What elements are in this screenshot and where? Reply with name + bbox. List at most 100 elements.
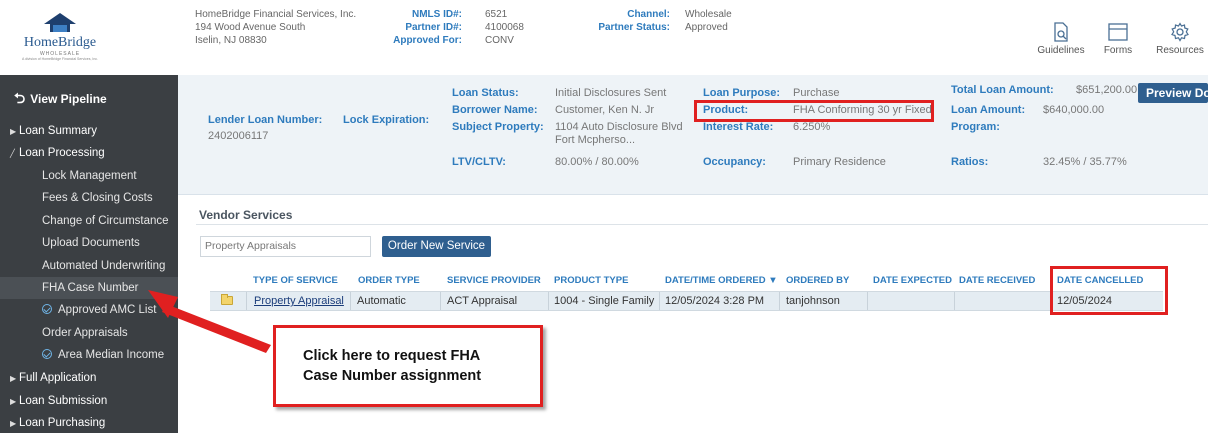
view-pipeline-label: View Pipeline xyxy=(30,92,107,106)
homebridge-logo[interactable]: HomeBridge WHOLESALE A division of HomeB… xyxy=(10,10,110,68)
sidebar-item-loan-processing[interactable]: ╱ Loan Processing xyxy=(0,142,178,164)
service-provider-cell: ACT Appraisal xyxy=(447,295,518,307)
house-logo-icon xyxy=(44,13,76,32)
preview-docs-label: Preview Docs xyxy=(1146,86,1208,100)
sidebar-item-change-of-circumstance[interactable]: Change of Circumstance xyxy=(0,210,178,232)
ratios-label: Ratios: xyxy=(951,156,989,168)
back-arrow-icon: ⮌ xyxy=(14,90,26,106)
lender-loan-number-value: 2402006117 xyxy=(208,130,269,142)
forms-button[interactable]: Forms xyxy=(1098,22,1138,56)
sort-desc-icon: ▼ xyxy=(768,275,778,286)
col-service-provider[interactable]: SERVICE PROVIDER xyxy=(447,275,541,286)
loan-status-value: Initial Disclosures Sent xyxy=(555,87,667,99)
col-date-time-ordered[interactable]: DATE/TIME ORDERED ▼ xyxy=(665,275,778,286)
sidebar-item-label: Loan Processing xyxy=(19,147,105,159)
sidebar-item-label: Change of Circumstance xyxy=(42,215,169,227)
sidebar-item-label: Approved AMC List xyxy=(58,304,157,316)
app-header: HomeBridge WHOLESALE A division of HomeB… xyxy=(0,0,1208,75)
sidebar: ⮌ View Pipeline ▶ Loan Summary ╱ Loan Proce… xyxy=(0,75,178,433)
cell-divider xyxy=(246,292,247,310)
channel-values: Wholesale Approved xyxy=(685,8,732,34)
guidelines-icon xyxy=(1054,22,1068,42)
cell-divider xyxy=(867,292,868,310)
product-type-cell: 1004 - Single Family xyxy=(554,295,655,307)
company-name: HomeBridge Financial Services, Inc. xyxy=(195,9,357,20)
caret-right-icon: ▶ xyxy=(10,374,17,383)
cell-divider xyxy=(350,292,351,310)
sidebar-item-order-appraisals[interactable]: Order Appraisals xyxy=(0,322,178,344)
sidebar-item-lock-management[interactable]: Lock Management xyxy=(0,165,178,187)
gear-icon xyxy=(1171,22,1189,42)
callout-box: Click here to request FHA Case Number as… xyxy=(273,325,543,407)
folder-icon[interactable] xyxy=(221,294,233,305)
order-new-service-button[interactable]: Order New Service xyxy=(382,236,491,257)
sidebar-item-automated-underwriting[interactable]: Automated Underwriting xyxy=(0,255,178,277)
check-circle-icon xyxy=(42,304,52,314)
sidebar-item-upload-documents[interactable]: Upload Documents xyxy=(0,232,178,254)
partner-id-value: 4100068 xyxy=(485,22,524,33)
sidebar-item-area-median-income[interactable]: Area Median Income xyxy=(0,344,178,366)
preview-docs-button[interactable]: Preview Docs xyxy=(1138,83,1208,103)
sidebar-item-label: Area Median Income xyxy=(58,349,165,361)
view-pipeline-button[interactable]: ⮌ View Pipeline xyxy=(0,75,178,113)
sidebar-item-approved-amc-list[interactable]: Approved AMC List xyxy=(0,299,178,321)
sidebar-item-fha-case-number[interactable]: FHA Case Number xyxy=(0,277,178,299)
sidebar-item-label: Full Application xyxy=(19,372,97,384)
borrower-name-value: Customer, Ken N. Jr xyxy=(555,104,655,116)
subject-property-line2: Fort Mcpherso... xyxy=(555,134,636,146)
logo-tagline: A division of HomeBridge Financial Servi… xyxy=(21,57,99,61)
service-type-select[interactable]: Property Appraisals xyxy=(200,236,371,257)
borrower-name-label: Borrower Name: xyxy=(452,104,538,116)
ltv-label: LTV/CLTV: xyxy=(452,156,506,168)
sidebar-item-label: Loan Purchasing xyxy=(19,417,106,429)
service-type-link[interactable]: Property Appraisal xyxy=(254,295,344,307)
partner-status-label: Partner Status: xyxy=(598,22,670,33)
check-circle-icon xyxy=(42,349,52,359)
sidebar-item-label: Fees & Closing Costs xyxy=(42,192,153,204)
loan-status-label: Loan Status: xyxy=(452,87,519,99)
forms-label: Forms xyxy=(1103,45,1133,56)
cell-divider xyxy=(659,292,660,310)
callout-line2: Case Number assignment xyxy=(303,368,482,384)
sidebar-item-label: Upload Documents xyxy=(42,237,140,249)
logo-name: HomeBridge xyxy=(23,35,97,50)
lock-expiration-label: Lock Expiration: xyxy=(343,114,430,126)
col-ordered-by[interactable]: ORDERED BY xyxy=(786,275,849,286)
sidebar-item-label: Order Appraisals xyxy=(42,327,128,339)
ordered-by-cell: tanjohnson xyxy=(786,295,840,307)
sidebar-item-loan-summary[interactable]: ▶ Loan Summary xyxy=(0,120,178,142)
approved-for-label: Approved For: xyxy=(393,35,462,46)
channel-labels: Channel: Partner Status: xyxy=(590,8,670,34)
partner-status-value: Approved xyxy=(685,22,728,33)
sidebar-item-full-application[interactable]: ▶ Full Application xyxy=(0,367,178,389)
sidebar-item-loan-submission[interactable]: ▶ Loan Submission xyxy=(0,390,178,412)
caret-right-icon: ▶ xyxy=(10,127,17,136)
col-date-received[interactable]: DATE RECEIVED xyxy=(959,275,1035,286)
company-address: HomeBridge Financial Services, Inc. 194 … xyxy=(195,8,356,47)
resources-button[interactable]: Resources xyxy=(1152,22,1208,56)
col-order-type[interactable]: ORDER TYPE xyxy=(358,275,420,286)
partner-labels: NMLS ID#: Partner ID#: Approved For: xyxy=(382,8,462,47)
total-loan-amount-label: Total Loan Amount: xyxy=(951,84,1054,96)
caret-right-icon: ▶ xyxy=(10,397,17,406)
section-divider xyxy=(196,224,1208,225)
cell-divider xyxy=(954,292,955,310)
sidebar-item-fees-closing-costs[interactable]: Fees & Closing Costs xyxy=(0,187,178,209)
guidelines-label: Guidelines xyxy=(1037,45,1085,56)
col-type-of-service[interactable]: TYPE OF SERVICE xyxy=(253,275,338,286)
interest-rate-label: Interest Rate: xyxy=(703,121,774,133)
company-street: 194 Wood Avenue South xyxy=(195,22,306,33)
guidelines-button[interactable]: Guidelines xyxy=(1036,22,1086,56)
program-label: Program: xyxy=(951,121,1000,133)
order-type-cell: Automatic xyxy=(357,295,406,307)
col-product-type[interactable]: PRODUCT TYPE xyxy=(554,275,628,286)
date-ordered-cell: 12/05/2024 3:28 PM xyxy=(665,295,765,307)
sidebar-item-label: Automated Underwriting xyxy=(42,260,166,272)
col-date-expected[interactable]: DATE EXPECTED xyxy=(873,275,952,286)
ratios-value: 32.45% / 35.77% xyxy=(1043,156,1127,168)
sidebar-item-loan-purchasing[interactable]: ▶ Loan Purchasing xyxy=(0,412,178,433)
sidebar-item-label: Lock Management xyxy=(42,170,137,182)
total-loan-amount-value: $651,200.00 xyxy=(1076,84,1138,96)
resources-label: Resources xyxy=(1156,45,1204,56)
vendor-services-title: Vendor Services xyxy=(199,208,293,222)
